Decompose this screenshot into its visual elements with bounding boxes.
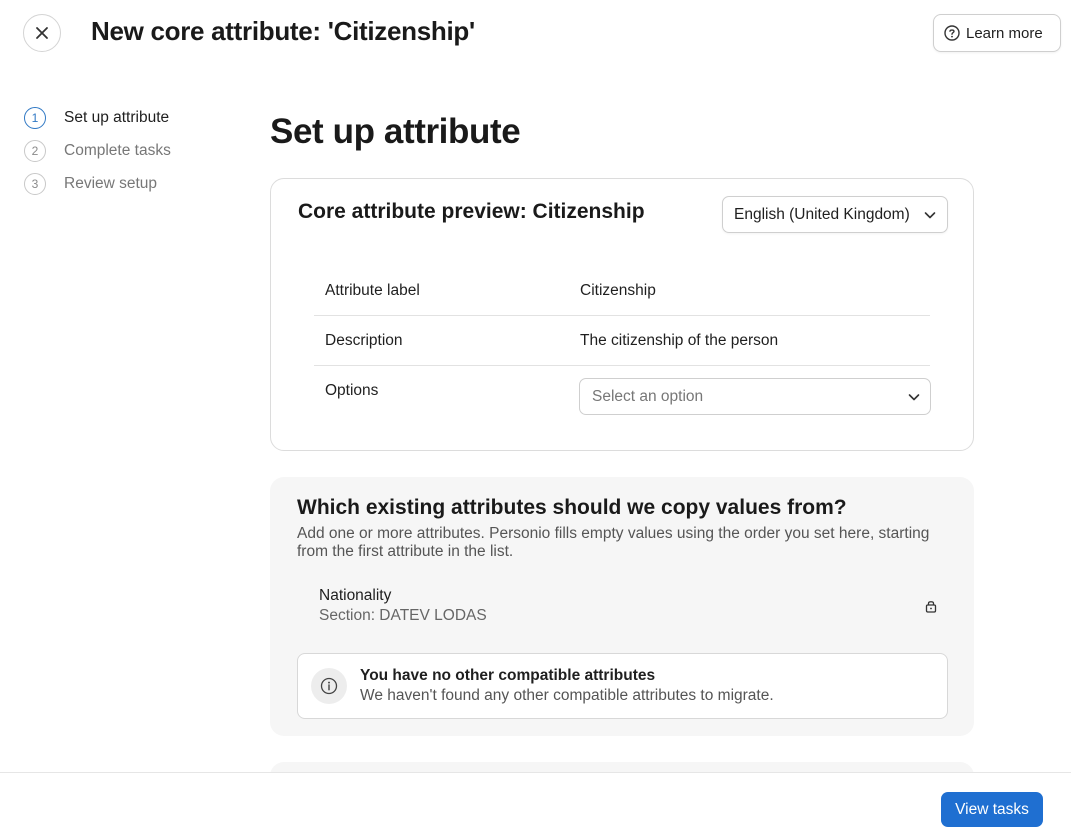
chevron-down-icon [908, 394, 920, 401]
attribute-table: Attribute label Citizenship Description … [314, 266, 931, 416]
info-description: We haven't found any other compatible at… [360, 687, 774, 704]
step-number: 2 [24, 140, 46, 162]
copy-description: Add one or more attributes. Personio fil… [297, 525, 930, 560]
section-title: Set up attribute [270, 112, 521, 151]
step-label: Review setup [64, 175, 158, 192]
close-icon [36, 27, 48, 39]
page-title: New core attribute: 'Citizenship' [91, 16, 475, 46]
close-button[interactable] [23, 14, 61, 52]
copy-title: Which existing attributes should we copy… [297, 496, 847, 519]
step-label: Complete tasks [64, 142, 171, 159]
attribute-name: Nationality [319, 587, 392, 604]
table-row: Options Select an option [314, 366, 931, 416]
attribute-preview-card: Core attribute preview: Citizenship Engl… [270, 178, 974, 451]
preview-title: Core attribute preview: Citizenship [298, 200, 645, 223]
step-number: 3 [24, 173, 46, 195]
step-review-setup[interactable]: 3 Review setup [24, 162, 171, 206]
attribute-section: Section: DATEV LODAS [319, 607, 487, 624]
lock-icon [925, 601, 937, 613]
info-title: You have no other compatible attributes [360, 667, 656, 684]
row-label: Description [325, 332, 403, 349]
info-icon [320, 677, 338, 695]
step-label: Set up attribute [64, 109, 170, 126]
table-row: Attribute label Citizenship [314, 266, 930, 316]
row-label: Attribute label [325, 282, 420, 299]
row-value: The citizenship of the person [580, 332, 779, 349]
options-select[interactable]: Select an option [579, 378, 931, 415]
learn-more-label: Learn more [966, 24, 1043, 42]
options-placeholder: Select an option [592, 387, 704, 405]
view-tasks-button[interactable]: View tasks [941, 792, 1043, 827]
chevron-down-icon [924, 212, 936, 219]
table-row: Description The citizenship of the perso… [314, 316, 930, 366]
stepper: 1 Set up attribute 2 Complete tasks 3 Re… [24, 96, 171, 206]
help-icon [944, 25, 960, 41]
info-icon-container [311, 668, 347, 704]
row-value: Citizenship [580, 282, 656, 299]
language-select[interactable]: English (United Kingdom) [722, 196, 948, 233]
step-number: 1 [24, 107, 46, 129]
learn-more-button[interactable]: Learn more [933, 14, 1061, 52]
info-callout: You have no other compatible attributes … [297, 653, 948, 719]
copy-values-card: Which existing attributes should we copy… [270, 477, 974, 736]
language-value: English (United Kingdom) [734, 205, 910, 223]
row-label: Options [325, 382, 379, 399]
footer-bar: View tasks [0, 772, 1071, 840]
